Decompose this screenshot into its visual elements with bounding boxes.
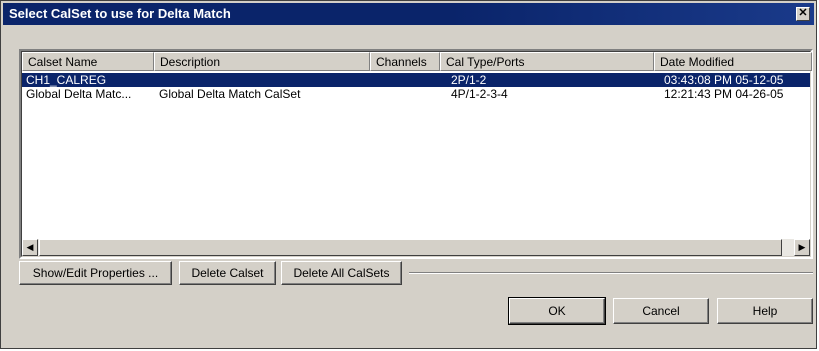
table-row[interactable]: Global Delta Matc... Global Delta Match … [22, 87, 810, 101]
cell-cal-type: 4P/1-2-3-4 [451, 87, 508, 101]
show-edit-properties-button[interactable]: Show/Edit Properties ... [19, 261, 172, 285]
scroll-right-icon[interactable]: ▶ [794, 239, 810, 256]
help-button[interactable]: Help [717, 298, 813, 324]
cancel-button[interactable]: Cancel [613, 298, 709, 324]
column-header-description[interactable]: Description [154, 52, 370, 71]
horizontal-scrollbar[interactable]: ◀ ▶ [22, 239, 810, 256]
separator-line [409, 272, 813, 274]
close-icon[interactable]: ✕ [796, 7, 810, 21]
cell-date-modified: 03:43:08 PM 05-12-05 [664, 73, 784, 87]
cell-cal-type: 2P/1-2 [451, 73, 487, 87]
list-header: Calset Name Description Channels Cal Typ… [22, 52, 812, 71]
cell-description: Global Delta Match CalSet [159, 87, 301, 101]
cell-calset-name: CH1_CALREG [26, 73, 107, 87]
dialog-title: Select CalSet to use for Delta Match [9, 6, 231, 21]
column-header-channels[interactable]: Channels [370, 52, 440, 71]
table-row[interactable]: CH1_CALREG 2P/1-2 03:43:08 PM 05-12-05 [22, 73, 810, 87]
ok-button[interactable]: OK [508, 297, 606, 325]
scrollbar-thumb[interactable] [39, 239, 782, 256]
column-header-calset-name[interactable]: Calset Name [22, 52, 154, 71]
calset-dialog: Select CalSet to use for Delta Match ✕ C… [0, 0, 817, 349]
delete-all-calsets-button[interactable]: Delete All CalSets [281, 261, 402, 285]
scroll-left-icon[interactable]: ◀ [22, 239, 38, 256]
list-rows: CH1_CALREG 2P/1-2 03:43:08 PM 05-12-05 G… [22, 73, 810, 101]
delete-calset-button[interactable]: Delete Calset [179, 261, 276, 285]
column-header-date-modified[interactable]: Date Modified [654, 52, 812, 71]
column-header-cal-type[interactable]: Cal Type/Ports [440, 52, 654, 71]
title-bar[interactable]: Select CalSet to use for Delta Match ✕ [3, 3, 814, 25]
cell-calset-name: Global Delta Matc... [26, 87, 132, 101]
calset-list[interactable]: Calset Name Description Channels Cal Typ… [19, 49, 813, 259]
cell-date-modified: 12:21:43 PM 04-26-05 [664, 87, 784, 101]
